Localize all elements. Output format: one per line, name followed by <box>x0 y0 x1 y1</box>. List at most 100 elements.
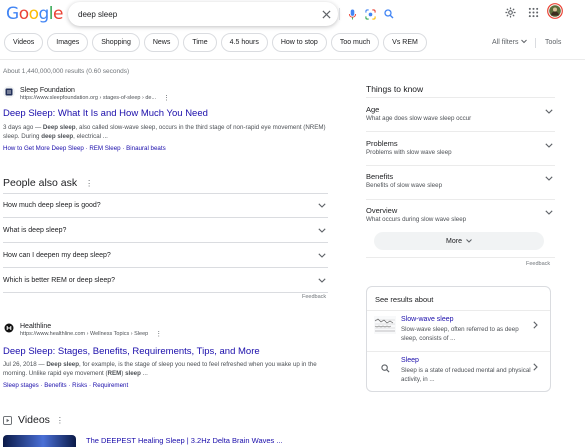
site-name: Healthline <box>20 323 52 330</box>
chip-vs-rem[interactable]: Vs REM <box>383 33 427 52</box>
ttk-heading: Overview <box>366 206 398 215</box>
search-input[interactable] <box>78 6 243 22</box>
account-avatar[interactable] <box>547 3 563 24</box>
tools-button[interactable]: Tools <box>545 39 561 46</box>
settings-gear-icon[interactable] <box>505 5 516 23</box>
paa-question[interactable]: What is deep sleep? <box>3 219 328 243</box>
panel-divider <box>366 257 555 258</box>
videos-title: Videos <box>18 414 50 426</box>
ttk-heading: Age <box>366 105 380 114</box>
paa-question-text: How much deep sleep is good? <box>3 202 101 209</box>
ttk-subtitle: What occurs during slow wave sleep <box>366 216 467 223</box>
microphone-icon[interactable] <box>344 6 360 22</box>
site-name: Sleep Foundation <box>20 87 75 94</box>
panel-divider <box>366 131 555 132</box>
chip-how-to-stop[interactable]: How to stop <box>271 33 327 52</box>
result-title-link[interactable]: Deep Sleep: Stages, Benefits, Requiremen… <box>3 346 260 357</box>
sleep-foundation-favicon <box>3 86 15 98</box>
chip-images[interactable]: Images <box>47 33 89 52</box>
things-to-know-heading: Things to know <box>366 84 424 94</box>
paa-question-text: What is deep sleep? <box>3 227 67 234</box>
chevron-down-icon <box>521 39 528 44</box>
see-result-description: Sleep is a state of reduced mental and p… <box>401 367 531 383</box>
chip-time[interactable]: Time <box>183 33 217 52</box>
more-button[interactable]: More <box>374 232 544 250</box>
chevron-right-icon[interactable] <box>533 321 538 329</box>
chevron-down-icon <box>545 210 553 215</box>
more-options-icon[interactable]: ⋮ <box>163 94 170 102</box>
logo-letter: o <box>28 4 39 24</box>
sitelink[interactable]: Binaural beats <box>126 145 166 152</box>
video-title-link[interactable]: The DEEPEST Healing Sleep | 3.2Hz Delta … <box>86 436 283 445</box>
search-filter-chips: Videos Images Shopping News Time 4.5 hou… <box>4 33 427 52</box>
things-to-know-item[interactable]: Overview What occurs during slow wave sl… <box>366 206 555 224</box>
result-title-link[interactable]: Deep Sleep: What It Is and How Much You … <box>3 108 208 119</box>
chip-shopping[interactable]: Shopping <box>92 33 140 52</box>
see-result-link[interactable]: Slow-wave sleep <box>401 316 454 323</box>
chip-news[interactable]: News <box>143 33 180 52</box>
card-divider <box>367 310 550 311</box>
video-play-icon <box>3 415 12 425</box>
paa-title-text: People also ask <box>3 177 78 189</box>
see-result-description: Slow-wave sleep, often referred to as de… <box>401 326 519 342</box>
all-filters-button[interactable]: All filters <box>492 39 528 46</box>
header-divider <box>0 59 585 60</box>
paa-question[interactable]: How can I deepen my deep sleep? <box>3 244 328 268</box>
video-thumbnail[interactable] <box>3 435 76 447</box>
result-site-header[interactable]: Healthline https://www.healthline.com › … <box>3 322 162 338</box>
snippet-bold: Deep sleep <box>42 124 76 131</box>
search-icon[interactable] <box>381 6 397 22</box>
snippet-bold: Deep sleep <box>46 361 80 368</box>
sitelink[interactable]: Sleep stages <box>3 382 39 389</box>
sitelink[interactable]: Benefits <box>44 382 66 389</box>
toolbar-divider <box>535 38 536 48</box>
google-logo[interactable]: Google <box>6 4 63 24</box>
chip-4-5-hours[interactable]: 4.5 hours <box>220 33 268 52</box>
people-also-ask-heading: People also ask ⋮ <box>3 177 93 189</box>
result-snippet: 3 days ago — Deep sleep, also called slo… <box>3 123 333 141</box>
chip-too-much[interactable]: Too much <box>330 33 380 52</box>
apps-grid-icon[interactable] <box>528 5 539 23</box>
chevron-right-icon[interactable] <box>533 363 538 371</box>
panel-divider <box>366 199 555 200</box>
snippet-bold: REM <box>107 370 122 377</box>
panel-feedback-link[interactable]: Feedback <box>526 261 550 267</box>
ttk-subtitle: What age does slow wave sleep occur <box>366 115 472 122</box>
search-box[interactable] <box>68 2 394 26</box>
things-to-know-item[interactable]: Age What age does slow wave sleep occur <box>366 105 555 123</box>
chevron-down-icon <box>466 239 472 243</box>
panel-divider <box>366 165 555 166</box>
more-options-icon[interactable]: ⋮ <box>85 179 93 188</box>
logo-letter: G <box>6 4 19 24</box>
sitelink[interactable]: REM Sleep <box>89 145 120 152</box>
paa-question[interactable]: Which is better REM or deep sleep? <box>3 269 328 293</box>
see-results-about-card: See results about Slow-wave sleep Slow-w… <box>366 286 551 392</box>
logo-letter: g <box>38 4 50 24</box>
all-filters-label: All filters <box>492 39 519 46</box>
more-options-icon[interactable]: ⋮ <box>56 416 64 425</box>
things-to-know-item[interactable]: Problems Problems with slow wave sleep <box>366 139 555 157</box>
lens-camera-icon[interactable] <box>362 6 378 22</box>
panel-divider <box>366 97 555 98</box>
chip-videos[interactable]: Videos <box>4 33 44 52</box>
chevron-down-icon <box>318 253 326 258</box>
things-to-know-item[interactable]: Benefits Benefits of slow wave sleep <box>366 172 555 190</box>
chevron-down-icon <box>318 278 326 283</box>
sitelink[interactable]: Risks <box>72 382 87 389</box>
card-divider <box>367 351 550 352</box>
paa-feedback-link[interactable]: Feedback <box>302 294 326 300</box>
search-icon <box>374 359 396 377</box>
result-site-header[interactable]: Sleep Foundation https://www.sleepfounda… <box>3 86 170 102</box>
more-options-icon[interactable]: ⋮ <box>155 330 162 338</box>
paa-question[interactable]: How much deep sleep is good? <box>3 194 328 218</box>
slow-wave-graph-thumbnail <box>374 316 396 334</box>
see-result-link[interactable]: Sleep <box>401 357 419 364</box>
snippet-text: ... <box>140 370 148 377</box>
ttk-heading: Problems <box>366 139 398 148</box>
site-url: https://www.healthline.com › Wellness To… <box>20 331 149 337</box>
chevron-down-icon <box>545 109 553 114</box>
clear-icon[interactable] <box>318 6 334 22</box>
videos-heading: Videos ⋮ <box>3 414 64 426</box>
sitelink[interactable]: How to Get More Deep Sleep <box>3 145 84 152</box>
sitelink[interactable]: Requirement <box>93 382 128 389</box>
